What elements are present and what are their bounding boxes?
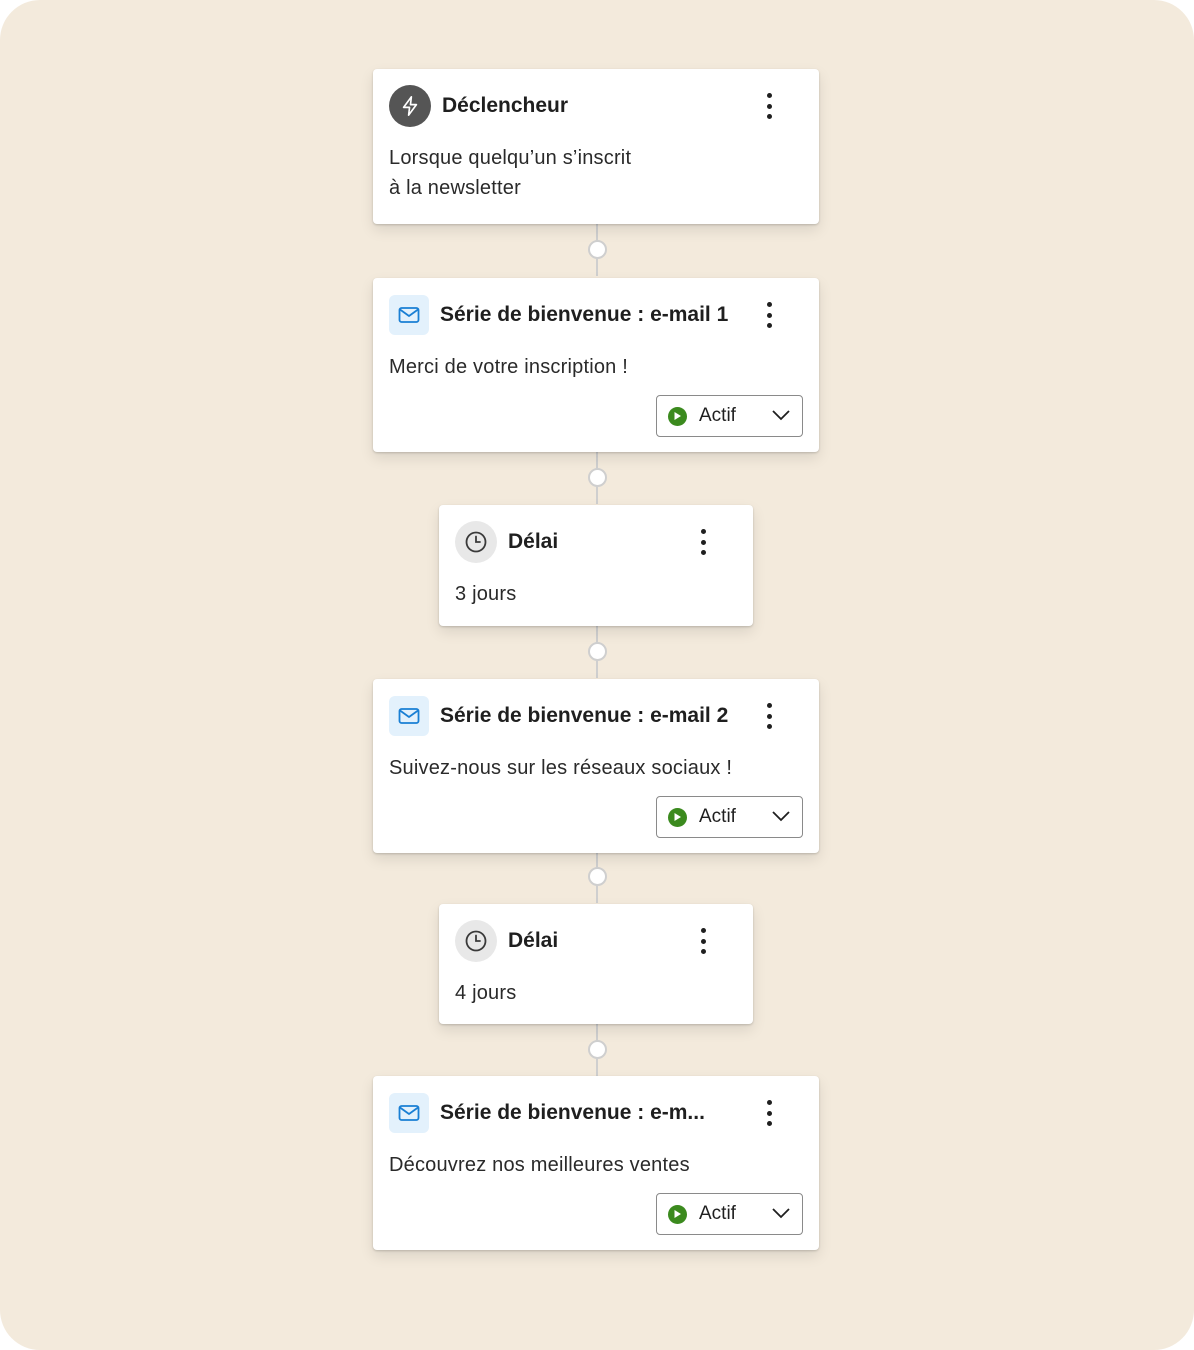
play-icon: [668, 1204, 687, 1224]
status-dropdown[interactable]: Actif: [656, 1193, 803, 1235]
card-title: Série de bienvenue : e-m...: [440, 1101, 705, 1124]
card-header: Série de bienvenue : e-m...: [389, 1092, 803, 1134]
add-step-node[interactable]: [588, 867, 607, 886]
chevron-down-icon: [772, 1208, 790, 1219]
delay-card[interactable]: Délai 4 jours: [439, 904, 753, 1024]
card-description: Merci de votre inscription !: [389, 356, 629, 378]
card-description: 4 jours: [455, 982, 517, 1004]
more-options-icon[interactable]: [757, 302, 781, 328]
play-icon: [668, 406, 687, 426]
card-description: Lorsque quelqu’un s’inscrit à la newslet…: [389, 143, 631, 203]
status-label: Actif: [699, 1203, 736, 1224]
card-header: Série de bienvenue : e-mail 1: [389, 294, 803, 336]
card-header: Délai: [455, 920, 737, 962]
mail-icon: [389, 696, 429, 736]
status-dropdown[interactable]: Actif: [656, 395, 803, 437]
card-title: Délai: [508, 530, 559, 553]
card-description: Suivez-nous sur les réseaux sociaux !: [389, 757, 733, 779]
card-header: Déclencheur: [389, 85, 803, 127]
mail-icon: [389, 1093, 429, 1133]
email-card[interactable]: Série de bienvenue : e-mail 2 Suivez-nou…: [373, 679, 819, 853]
card-title: Série de bienvenue : e-mail 1: [440, 303, 729, 326]
trigger-card[interactable]: Déclencheur Lorsque quelqu’un s’inscrit …: [373, 69, 819, 224]
status-label: Actif: [699, 806, 736, 827]
status-dropdown[interactable]: Actif: [656, 796, 803, 838]
play-icon: [668, 807, 687, 827]
add-step-node[interactable]: [588, 468, 607, 487]
card-description: 3 jours: [455, 583, 517, 605]
clock-icon: [455, 920, 497, 962]
card-description: Découvrez nos meilleures ventes: [389, 1154, 690, 1176]
more-options-icon[interactable]: [757, 703, 781, 729]
add-step-node[interactable]: [588, 1040, 607, 1059]
lightning-icon: [389, 85, 431, 127]
email-card[interactable]: Série de bienvenue : e-mail 1 Merci de v…: [373, 278, 819, 452]
card-header: Délai: [455, 521, 737, 563]
more-options-icon[interactable]: [691, 529, 715, 555]
card-title: Série de bienvenue : e-mail 2: [440, 704, 729, 727]
more-options-icon[interactable]: [757, 93, 781, 119]
workflow-canvas: Déclencheur Lorsque quelqu’un s’inscrit …: [0, 0, 1194, 1350]
delay-card[interactable]: Délai 3 jours: [439, 505, 753, 626]
more-options-icon[interactable]: [757, 1100, 781, 1126]
add-step-node[interactable]: [588, 642, 607, 661]
add-step-node[interactable]: [588, 240, 607, 259]
email-card[interactable]: Série de bienvenue : e-m... Découvrez no…: [373, 1076, 819, 1250]
mail-icon: [389, 295, 429, 335]
more-options-icon[interactable]: [691, 928, 715, 954]
clock-icon: [455, 521, 497, 563]
description-line: Lorsque quelqu’un s’inscrit: [389, 147, 632, 169]
chevron-down-icon: [772, 811, 790, 822]
card-header: Série de bienvenue : e-mail 2: [389, 695, 803, 737]
card-title: Déclencheur: [442, 94, 569, 117]
chevron-down-icon: [772, 410, 790, 421]
card-title: Délai: [508, 929, 559, 952]
status-label: Actif: [699, 405, 736, 426]
description-line: à la newsletter: [389, 177, 521, 199]
